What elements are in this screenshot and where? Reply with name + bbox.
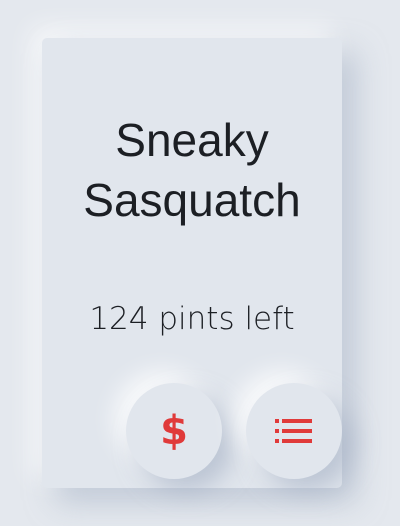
dollar-icon: $ — [160, 408, 188, 454]
beer-name-line-2: Sasquatch — [83, 174, 301, 226]
pints-remaining: 124 pints left — [89, 301, 295, 337]
beer-name-line-1: Sneaky — [115, 114, 269, 166]
beer-name: Sneaky Sasquatch — [42, 110, 342, 230]
list-icon — [275, 419, 312, 443]
beer-card: Sneaky Sasquatch 124 pints left $ — [42, 38, 342, 488]
price-button[interactable]: $ — [126, 383, 222, 479]
list-button[interactable] — [246, 383, 342, 479]
